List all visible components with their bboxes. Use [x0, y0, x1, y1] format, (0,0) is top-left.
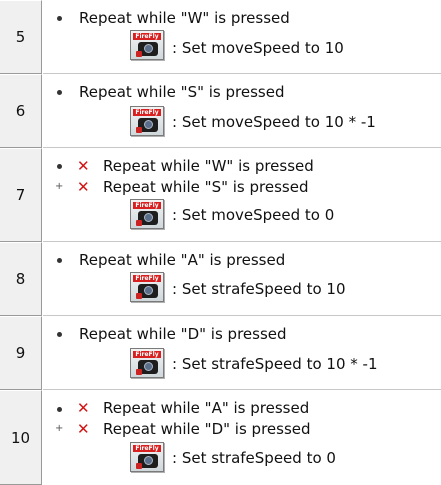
firefly-logo-text: FireFly: [133, 33, 161, 40]
event-number[interactable]: 5: [0, 0, 42, 74]
condition-text[interactable]: Repeat while "W" is pressed: [79, 8, 290, 28]
event-body[interactable]: Repeat while "D" is pressed FireFly : Se…: [43, 316, 441, 390]
action-text[interactable]: : Set moveSpeed to 10: [172, 38, 344, 58]
firefly-logo-text: FireFly: [133, 445, 161, 452]
condition-bullet-icon: [57, 16, 62, 21]
event-row-9[interactable]: 9 Repeat while "D" is pressed FireFly : …: [0, 316, 441, 390]
condition-text[interactable]: Repeat while "S" is pressed: [79, 82, 284, 102]
firefly-logo-text: FireFly: [133, 351, 161, 358]
firefly-camera-icon[interactable]: FireFly: [130, 272, 164, 302]
condition-bullet-icon: [57, 332, 62, 337]
condition-bullet-icon: [57, 90, 62, 95]
condition-text[interactable]: Repeat while "S" is pressed: [103, 177, 308, 197]
event-row-7[interactable]: 7 ✕ Repeat while "W" is pressed + ✕ Repe…: [0, 148, 441, 242]
event-body[interactable]: Repeat while "S" is pressed FireFly : Se…: [43, 74, 441, 148]
condition-bullet-icon: [57, 164, 62, 169]
action-text[interactable]: : Set strafeSpeed to 10 * -1: [172, 354, 377, 374]
firefly-logo-text: FireFly: [133, 109, 161, 116]
event-number[interactable]: 9: [0, 316, 42, 390]
event-number[interactable]: 8: [0, 242, 42, 316]
event-number[interactable]: 6: [0, 74, 42, 148]
firefly-logo-text: FireFly: [133, 202, 161, 209]
event-row-10[interactable]: 10 ✕ Repeat while "A" is pressed + ✕ Rep…: [0, 390, 441, 485]
event-row-8[interactable]: 8 Repeat while "A" is pressed FireFly : …: [0, 242, 441, 316]
firefly-camera-icon[interactable]: FireFly: [130, 30, 164, 60]
firefly-camera-icon[interactable]: FireFly: [130, 442, 164, 472]
event-body[interactable]: ✕ Repeat while "A" is pressed + ✕ Repeat…: [43, 390, 441, 485]
firefly-camera-icon[interactable]: FireFly: [130, 106, 164, 136]
action-text[interactable]: : Set strafeSpeed to 0: [172, 448, 336, 468]
condition-text[interactable]: Repeat while "W" is pressed: [103, 156, 314, 176]
condition-plus-icon: +: [55, 181, 64, 192]
event-sheet: 5 Repeat while "W" is pressed FireFly : …: [0, 0, 441, 485]
action-text[interactable]: : Set strafeSpeed to 10: [172, 279, 346, 299]
action-text[interactable]: : Set moveSpeed to 10 * -1: [172, 112, 376, 132]
event-row-5[interactable]: 5 Repeat while "W" is pressed FireFly : …: [0, 0, 441, 74]
condition-text[interactable]: Repeat while "A" is pressed: [103, 398, 309, 418]
event-body[interactable]: ✕ Repeat while "W" is pressed + ✕ Repeat…: [43, 148, 441, 242]
negated-x-icon: ✕: [77, 178, 90, 196]
event-row-6[interactable]: 6 Repeat while "S" is pressed FireFly : …: [0, 74, 441, 148]
condition-text[interactable]: Repeat while "D" is pressed: [79, 324, 287, 344]
firefly-camera-icon[interactable]: FireFly: [130, 348, 164, 378]
negated-x-icon: ✕: [77, 399, 90, 417]
event-number[interactable]: 7: [0, 148, 42, 242]
condition-bullet-icon: [57, 407, 62, 412]
firefly-camera-icon[interactable]: FireFly: [130, 199, 164, 229]
event-number[interactable]: 10: [0, 390, 42, 485]
condition-text[interactable]: Repeat while "D" is pressed: [103, 419, 311, 439]
condition-plus-icon: +: [55, 423, 64, 434]
event-body[interactable]: Repeat while "W" is pressed FireFly : Se…: [43, 0, 441, 74]
firefly-logo-text: FireFly: [133, 275, 161, 282]
negated-x-icon: ✕: [77, 420, 90, 438]
negated-x-icon: ✕: [77, 157, 90, 175]
condition-bullet-icon: [57, 258, 62, 263]
action-text[interactable]: : Set moveSpeed to 0: [172, 205, 334, 225]
condition-text[interactable]: Repeat while "A" is pressed: [79, 250, 285, 270]
event-body[interactable]: Repeat while "A" is pressed FireFly : Se…: [43, 242, 441, 316]
